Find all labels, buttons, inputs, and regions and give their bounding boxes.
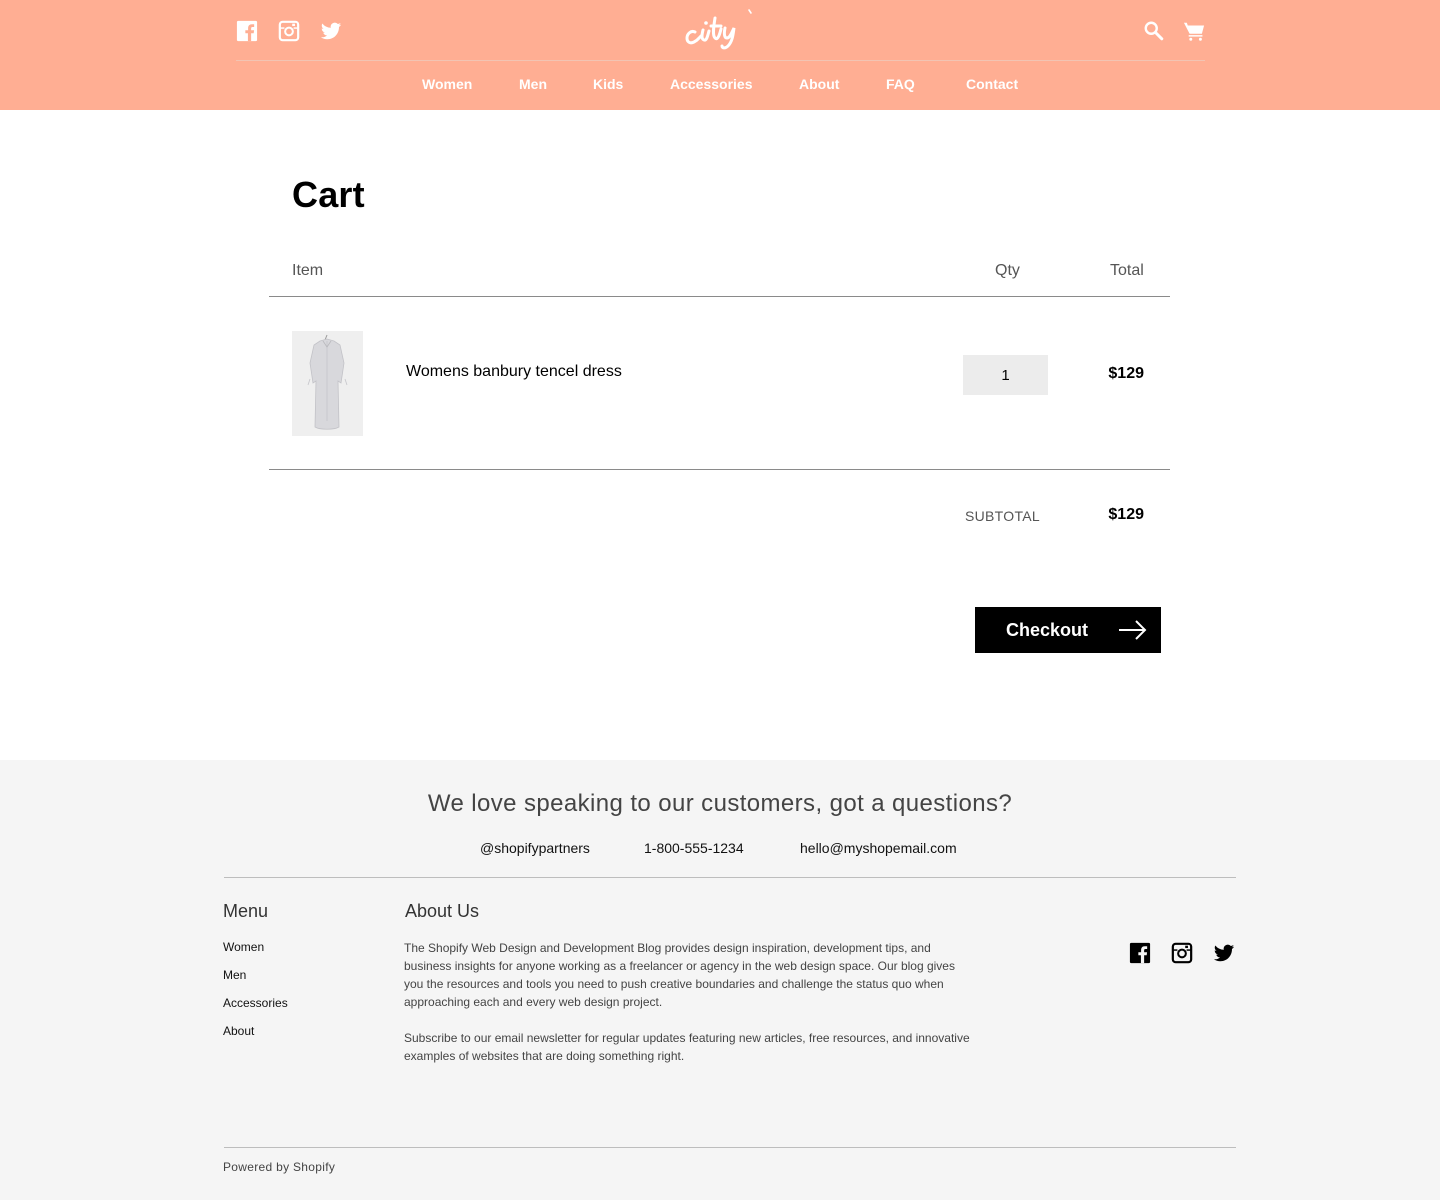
footer-menu-women[interactable]: Women [223,940,264,954]
subtotal-value: $129 [1108,506,1144,523]
header-social-links [236,20,342,42]
cart-icon[interactable] [1183,20,1205,42]
table-divider [269,469,1170,470]
footer-menu-title: Menu [223,901,269,921]
facebook-icon[interactable] [1129,942,1151,964]
instagram-icon[interactable] [1171,942,1193,964]
nav-women[interactable]: Women [422,76,472,92]
contact-email[interactable]: hello@myshopemail.com [800,840,957,856]
page-title: Cart [292,174,365,215]
facebook-icon[interactable] [236,20,258,42]
city-logo[interactable] [685,6,759,56]
footer-divider [224,877,1236,878]
contact-social-handle[interactable]: @shopifypartners [480,840,590,856]
nav-faq[interactable]: FAQ [886,76,915,92]
footer-social-links [1129,942,1235,964]
checkout-button[interactable]: Checkout [975,607,1161,653]
footer-menu-men[interactable]: Men [223,968,246,982]
contact-phone[interactable]: 1-800-555-1234 [644,840,744,856]
header-top-bar [236,0,1205,61]
site-header: Women Men Kids Accessories About FAQ Con… [0,0,1440,110]
search-icon[interactable] [1143,20,1165,42]
quantity-input[interactable] [963,355,1048,395]
checkout-label: Checkout [1006,620,1089,640]
footer-tagline: We love speaking to our customers, got a… [427,790,1013,817]
twitter-icon[interactable] [1213,942,1235,964]
footer-newsletter-text: Subscribe to our email newsletter for re… [404,1031,970,1063]
footer-divider [224,1147,1236,1148]
arrow-right-icon [1119,620,1147,640]
nav-kids[interactable]: Kids [593,76,623,92]
column-header-item: Item [292,262,324,279]
subtotal-label: SUBTOTAL [965,508,1041,524]
instagram-icon[interactable] [278,20,300,42]
footer-menu-about[interactable]: About [223,1024,254,1038]
dress-image[interactable] [292,331,363,436]
item-name[interactable]: Womens banbury tencel dress [406,363,622,381]
twitter-icon[interactable] [320,20,342,42]
site-footer: We love speaking to our customers, got a… [0,760,1440,1200]
column-header-qty: Qty [995,262,1020,279]
header-actions [1143,20,1205,42]
nav-accessories[interactable]: Accessories [670,76,753,92]
footer-about-title: About Us [405,901,480,921]
footer-about-text: The Shopify Web Design and Development B… [404,941,955,1009]
nav-men[interactable]: Men [519,76,547,92]
item-total: $129 [1108,365,1144,382]
nav-contact[interactable]: Contact [966,76,1018,92]
footer-menu-accessories[interactable]: Accessories [223,996,288,1010]
nav-about[interactable]: About [799,76,839,92]
table-divider [269,296,1170,297]
column-header-total: Total [1110,262,1144,279]
powered-by: Powered by Shopify [223,1160,336,1174]
